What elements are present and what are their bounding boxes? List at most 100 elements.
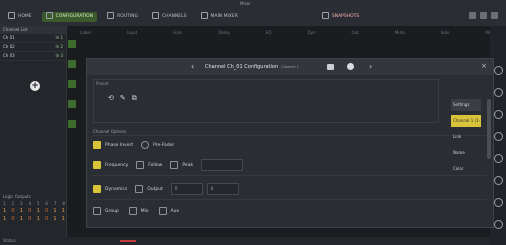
column-header: Dyn [307, 30, 316, 35]
matrix-cell[interactable]: 1 [20, 215, 23, 223]
option-label: Group [105, 208, 119, 214]
list-item[interactable]: Ch 01 In 1 [0, 34, 66, 43]
tab-channels[interactable]: CHANNELS [148, 12, 191, 22]
list-item[interactable]: Ch 03 In 3 [0, 52, 66, 61]
gear-icon[interactable] [494, 198, 503, 207]
aux-checkbox[interactable] [158, 207, 167, 215]
add-channel-button[interactable]: + [30, 81, 40, 91]
list-item[interactable]: Name [451, 147, 481, 159]
channel-color-strip [68, 40, 78, 140]
background-column-headers: Label Input Gain Delay EQ Dyn Out Mute S… [80, 30, 499, 38]
row-value: In 1 [55, 35, 63, 40]
clip-indicator [120, 240, 136, 242]
tab-snapshots[interactable]: SNAPSHOTS [318, 12, 363, 22]
matrix-cell[interactable]: 0 [11, 207, 14, 215]
frequency-checkbox[interactable] [93, 161, 101, 169]
column-header: Out [351, 30, 359, 35]
option-label: Aux [170, 208, 180, 214]
tab-configuration[interactable]: CONFIGURATION [41, 12, 98, 22]
matrix-cell[interactable]: 1 [20, 207, 23, 215]
gear-icon[interactable] [494, 220, 503, 229]
matrix-cell[interactable]: 0 [45, 215, 48, 223]
follow-checkbox[interactable] [136, 161, 145, 169]
previous-channel-button[interactable]: ‹ [191, 62, 194, 71]
undo-icon[interactable]: ⟲ [108, 94, 120, 102]
option-label: Follow [148, 162, 163, 168]
matrix-cell[interactable]: 1 [62, 207, 65, 215]
dynamics-field-2[interactable]: 0 [206, 183, 239, 195]
dialog-scrollbar[interactable] [487, 99, 491, 159]
matrix-cell[interactable]: 1 [3, 207, 6, 215]
dynamics-field-1[interactable]: 0 [170, 183, 203, 195]
list-item[interactable]: Color [451, 163, 481, 175]
output-checkbox[interactable] [135, 185, 144, 193]
matrix-cell[interactable]: 1 [53, 207, 56, 215]
channel-marker[interactable] [68, 120, 76, 128]
matrix-cell[interactable]: 0 [28, 207, 31, 215]
matrix-cell[interactable]: 1 [3, 215, 6, 223]
column-header: Delay [218, 30, 230, 35]
snapshot-icon [321, 12, 329, 19]
matrix-cell[interactable]: 1 [53, 215, 56, 223]
list-item[interactable]: Ch 02 In 2 [0, 43, 66, 52]
matrix-row: 1 0 1 0 1 0 1 1 [3, 207, 65, 215]
group-checkbox[interactable] [93, 207, 101, 215]
tab-home[interactable]: HOME [4, 12, 36, 22]
option-label: Dynamics [105, 186, 128, 192]
link-icon[interactable] [327, 64, 334, 70]
main-tabs: HOME CONFIGURATION ROUTING CHANNELS MAIN… [4, 12, 363, 22]
matrix-cell[interactable]: 1 [37, 207, 40, 215]
option-label: Frequency [105, 162, 129, 168]
row-label: Ch 01 [3, 35, 15, 40]
divider [93, 199, 487, 200]
column-header: Label [80, 30, 91, 35]
preset-label: Preset [96, 81, 109, 86]
gear-icon[interactable] [494, 154, 503, 163]
gear-icon[interactable] [494, 132, 503, 141]
channel-marker[interactable] [68, 80, 76, 88]
option-row: Frequency Follow Peak [93, 159, 244, 171]
dynamics-checkbox[interactable] [93, 185, 101, 193]
close-dialog-button[interactable]: × [481, 62, 487, 70]
option-label: Peak [182, 162, 194, 168]
pre-fader-radio[interactable] [141, 141, 150, 149]
status-text: Status [3, 238, 16, 243]
column-header: Input [126, 30, 138, 35]
gear-icon[interactable] [494, 176, 503, 185]
preset-icons: ⟲✎⧉ [108, 94, 143, 103]
settings-icon[interactable] [347, 63, 354, 70]
logic-matrix: 1 2 3 4 5 6 7 8 1 0 1 0 1 0 1 1 1 0 1 0 … [3, 201, 65, 223]
gear-icon[interactable] [494, 66, 503, 75]
close-window-icon[interactable] [491, 12, 498, 19]
channel-marker[interactable] [68, 60, 76, 68]
matrix-cell[interactable]: 0 [45, 207, 48, 215]
tab-main-mixer[interactable]: MAIN MIXER [197, 12, 242, 22]
frequency-field[interactable] [201, 159, 244, 171]
maximize-icon[interactable] [480, 12, 487, 19]
column-header: Mute [394, 30, 405, 35]
matrix-cell[interactable]: 1 [37, 215, 40, 223]
option-row: Phase Invert Pre-Fader [93, 141, 174, 149]
gear-icon[interactable] [494, 110, 503, 119]
next-channel-button[interactable]: › [369, 62, 372, 71]
matrix-cell[interactable]: 0 [28, 215, 31, 223]
channel-marker[interactable] [68, 100, 76, 108]
mix-checkbox[interactable] [128, 207, 137, 215]
copy-icon[interactable]: ⧉ [132, 94, 143, 102]
tab-label: MAIN MIXER [210, 14, 238, 19]
list-item[interactable]: Settings [451, 99, 481, 111]
gear-icon[interactable] [494, 88, 503, 97]
tab-label: CONFIGURATION [55, 14, 94, 19]
matrix-cell[interactable]: 0 [11, 215, 14, 223]
minimize-icon[interactable] [469, 12, 476, 19]
tab-routing[interactable]: ROUTING [103, 12, 142, 22]
list-item[interactable]: Link [451, 131, 481, 143]
edit-icon[interactable]: ✎ [120, 94, 132, 102]
channel-marker[interactable] [68, 40, 76, 48]
list-item[interactable]: Channel 1 (1-2) [451, 115, 481, 135]
phase-invert-checkbox[interactable] [93, 141, 101, 149]
matrix-cell[interactable]: 1 [62, 215, 65, 223]
peak-checkbox[interactable] [170, 161, 179, 169]
section-list: Settings Channel 1 (1-2) Link Name Color [451, 99, 481, 179]
column-header: Solo [440, 30, 450, 35]
